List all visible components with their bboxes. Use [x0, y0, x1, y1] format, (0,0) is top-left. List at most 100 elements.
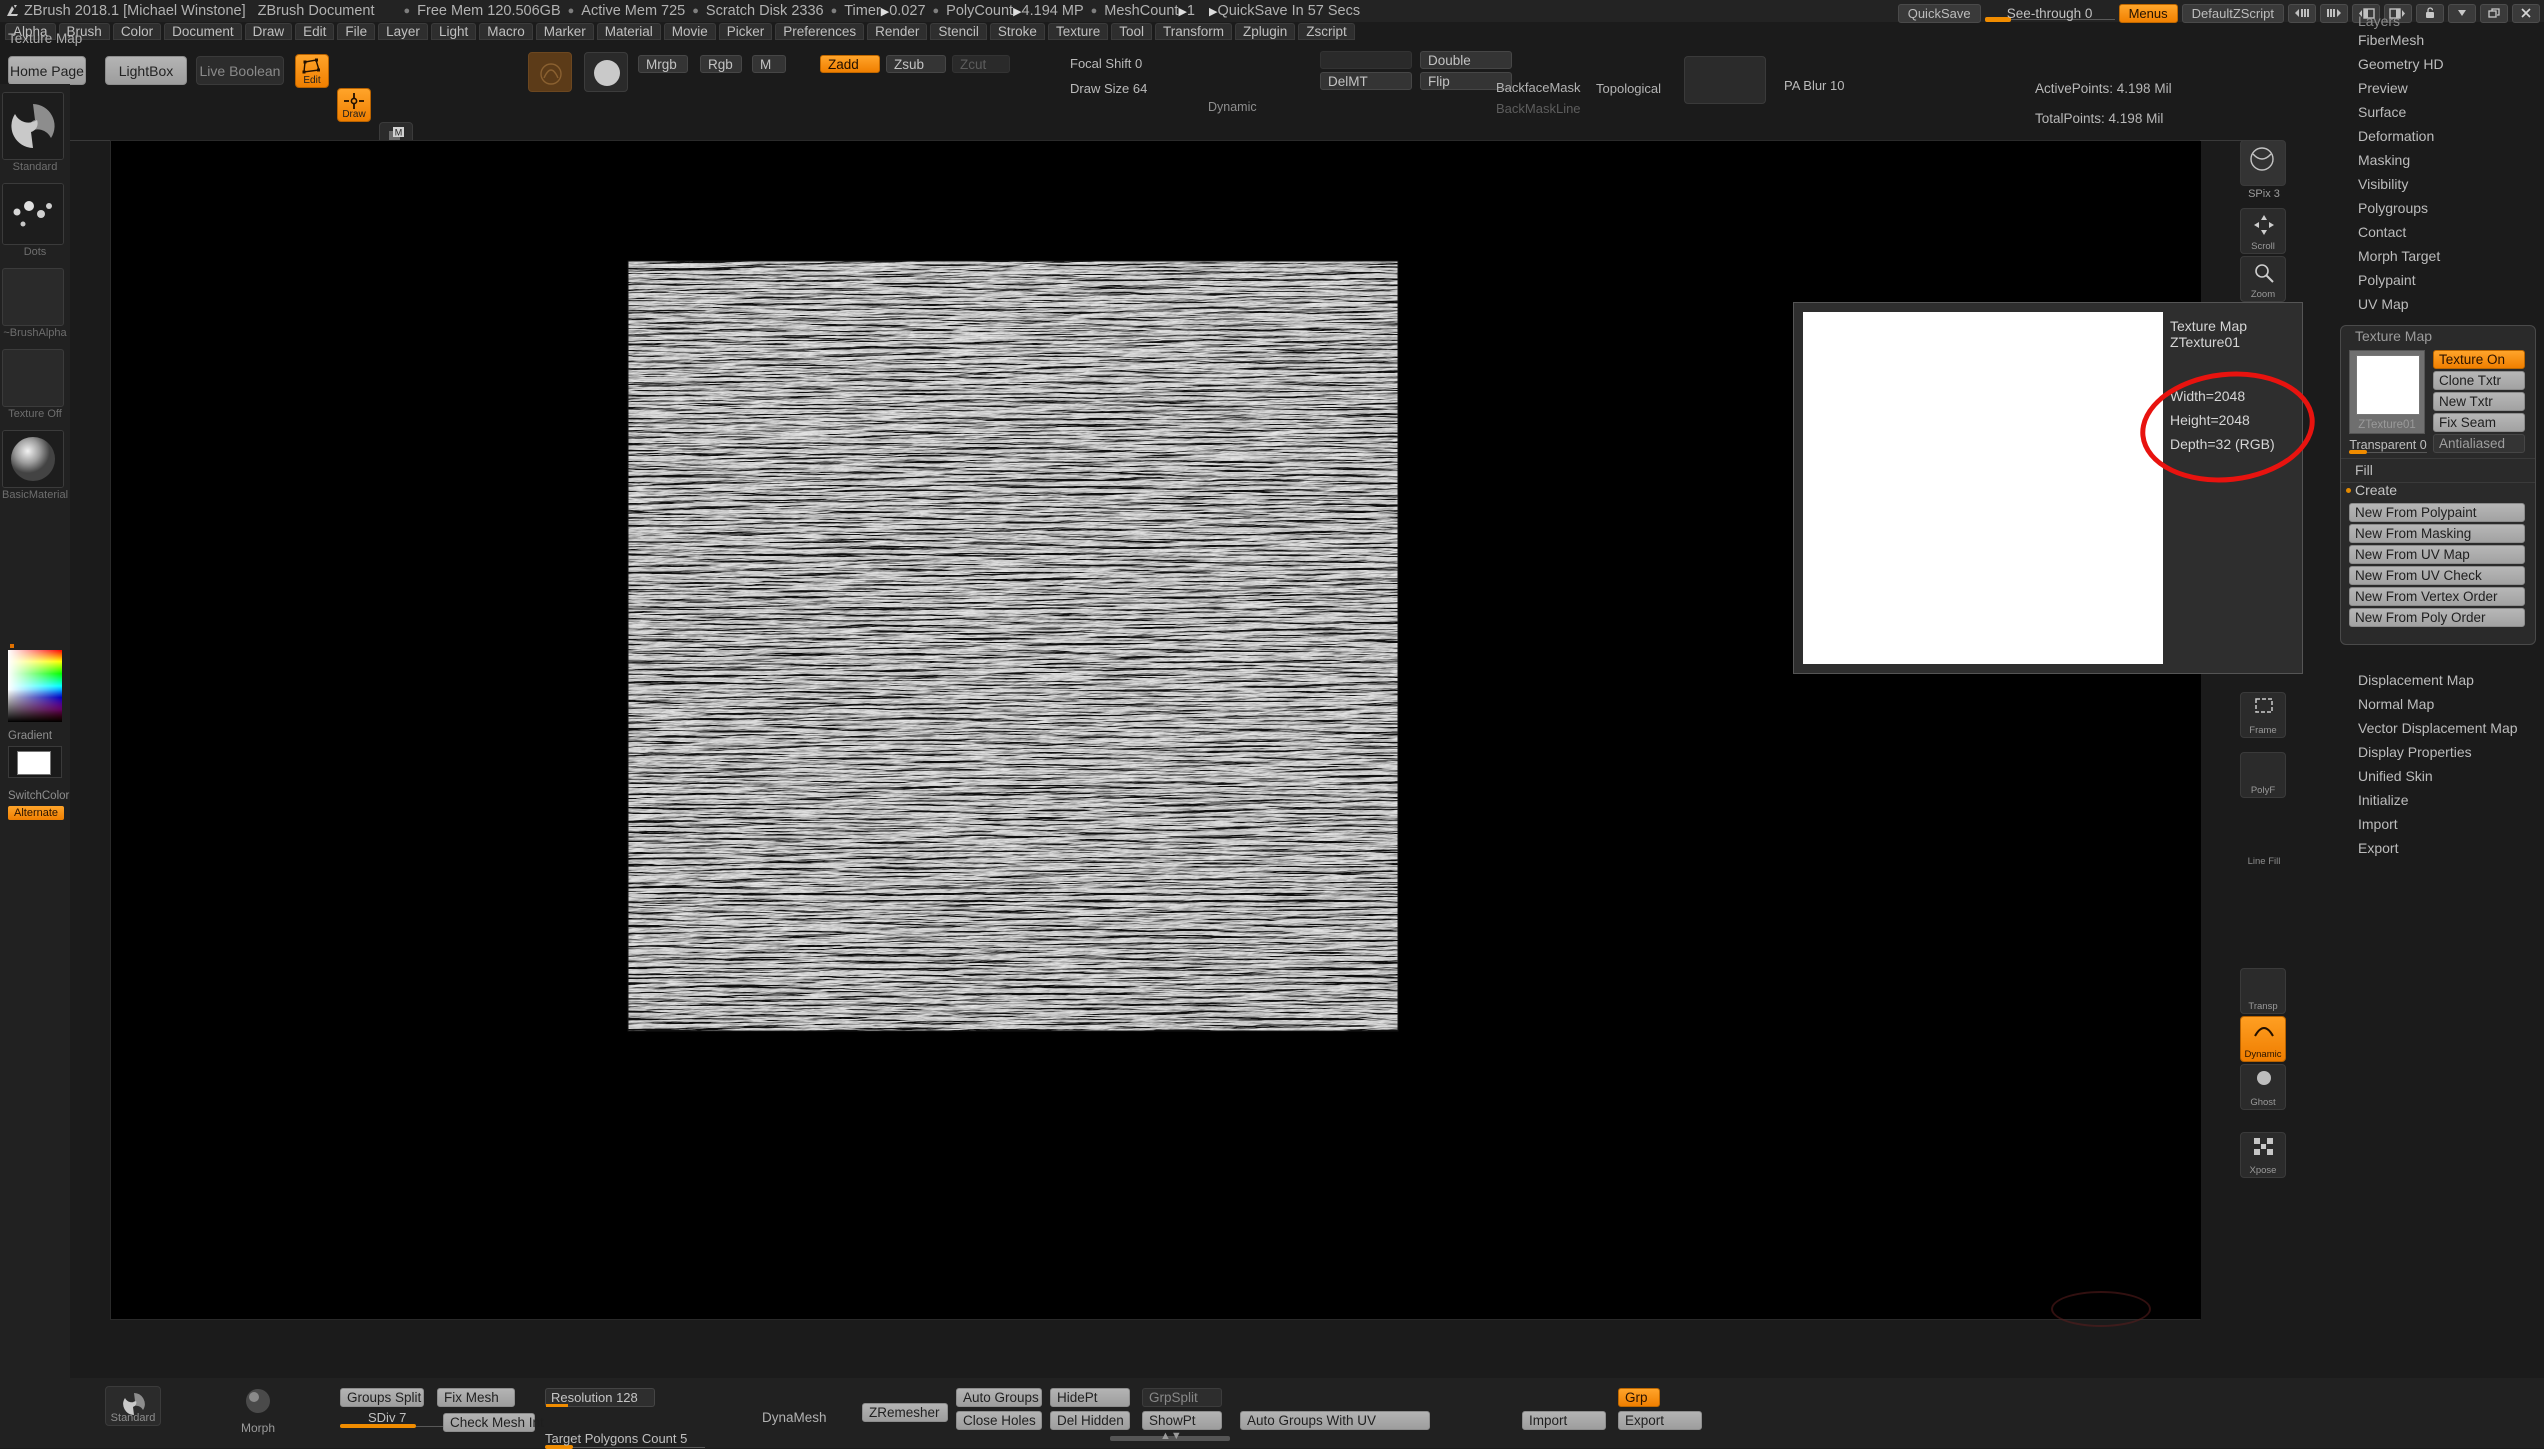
menu-movie[interactable]: Movie: [664, 23, 716, 40]
m-button[interactable]: M: [752, 55, 786, 73]
auto-groups-with-uv-button[interactable]: Auto Groups With UV: [1240, 1411, 1430, 1430]
current-alpha-swatch[interactable]: [584, 52, 628, 92]
menu-edit[interactable]: Edit: [295, 23, 334, 40]
target-polygons-slider[interactable]: Target Polygons Count 5: [545, 1431, 705, 1448]
hidept-button[interactable]: HidePt: [1050, 1388, 1130, 1407]
menu-color[interactable]: Color: [113, 23, 161, 40]
auto-groups-button[interactable]: Auto Groups: [956, 1388, 1042, 1407]
check-mesh-int-button[interactable]: Check Mesh Int: [443, 1413, 535, 1432]
palette-unified-skin[interactable]: Unified Skin: [2344, 764, 2544, 788]
texture-thumbnail[interactable]: [2, 349, 64, 407]
texture-on-button[interactable]: Texture On: [2433, 350, 2525, 369]
brush-thumbnail[interactable]: [2, 92, 64, 160]
menu-light[interactable]: Light: [431, 23, 476, 40]
zadd-button[interactable]: Zadd: [820, 55, 880, 73]
sdiv-slider[interactable]: SDiv 7: [340, 1410, 450, 1427]
palette-morph-target[interactable]: Morph Target: [2344, 244, 2544, 268]
palette-masking[interactable]: Masking: [2344, 148, 2544, 172]
bottom-morph-slot[interactable]: Morph: [232, 1386, 284, 1435]
menu-draw[interactable]: Draw: [245, 23, 293, 40]
current-alpha-slot[interactable]: ~BrushAlpha: [2, 268, 68, 339]
unused-slot-top[interactable]: [1320, 51, 1412, 69]
zsub-button[interactable]: Zsub: [886, 55, 946, 73]
current-texture-slot[interactable]: Texture Off: [2, 349, 68, 420]
dynamesh-label[interactable]: DynaMesh: [762, 1410, 827, 1425]
draw-button[interactable]: Draw: [337, 88, 371, 122]
see-through-slider[interactable]: See-through 0: [1985, 4, 2115, 23]
new-from-polypaint-button[interactable]: New From Polypaint: [2349, 503, 2525, 522]
current-brush-slot[interactable]: Standard: [2, 92, 68, 173]
delmt-button[interactable]: DelMT: [1320, 72, 1412, 90]
new-from-poly-order-button[interactable]: New From Poly Order: [2349, 608, 2525, 627]
switch-color-label[interactable]: SwitchColor: [8, 790, 69, 802]
menu-stencil[interactable]: Stencil: [930, 23, 987, 40]
new-from-masking-button[interactable]: New From Masking: [2349, 524, 2525, 543]
menu-marker[interactable]: Marker: [536, 23, 594, 40]
material-thumbnail[interactable]: [2, 430, 64, 488]
palette-geometry-hd[interactable]: Geometry HD: [2344, 52, 2544, 76]
bottom-current-brush[interactable]: Standard: [105, 1386, 161, 1426]
texture-map-panel-title[interactable]: Texture Map: [2341, 326, 2535, 346]
edit-button[interactable]: Edit: [295, 54, 329, 88]
new-txtr-button[interactable]: New Txtr: [2433, 392, 2525, 411]
right-shelf-scroll-button[interactable]: Scroll: [2240, 208, 2286, 254]
menu-tool[interactable]: Tool: [1111, 23, 1152, 40]
palette-surface[interactable]: Surface: [2344, 100, 2544, 124]
new-from-uv-check-button[interactable]: New From UV Check: [2349, 566, 2525, 585]
bottom-arrows-icon[interactable]: ▲▼: [1160, 1430, 1182, 1442]
home-page-button[interactable]: Home Page: [8, 56, 86, 85]
texture-thumbnail-image[interactable]: [2356, 355, 2420, 415]
showpt-button[interactable]: ShowPt: [1142, 1411, 1222, 1430]
right-shelf-zoom-button[interactable]: Zoom: [2240, 256, 2286, 302]
shelf-left-icon[interactable]: [2288, 4, 2316, 23]
menu-zplugin[interactable]: Zplugin: [1235, 23, 1295, 40]
resolution-slider[interactable]: Resolution 128: [545, 1388, 655, 1407]
menu-texture[interactable]: Texture: [1048, 23, 1108, 40]
close-holes-button[interactable]: Close Holes: [956, 1411, 1042, 1430]
right-shelf-ghost-button[interactable]: Ghost: [2240, 1064, 2286, 1110]
current-material-swatch[interactable]: [528, 52, 572, 92]
stencil-preview[interactable]: [1684, 56, 1766, 104]
stroke-thumbnail[interactable]: [2, 183, 64, 245]
palette-uv-map[interactable]: UV Map: [2344, 292, 2544, 316]
alternate-button[interactable]: Alternate: [8, 806, 64, 820]
palette-contact[interactable]: Contact: [2344, 220, 2544, 244]
menu-render[interactable]: Render: [867, 23, 927, 40]
zremesher-button[interactable]: ZRemesher: [862, 1403, 948, 1422]
clone-txtr-button[interactable]: Clone Txtr: [2433, 371, 2525, 390]
menu-picker[interactable]: Picker: [719, 23, 773, 40]
menu-transform[interactable]: Transform: [1155, 23, 1232, 40]
zcut-button[interactable]: Zcut: [952, 55, 1010, 73]
palette-polypaint[interactable]: Polypaint: [2344, 268, 2544, 292]
palette-deformation[interactable]: Deformation: [2344, 124, 2544, 148]
palette-normal-map[interactable]: Normal Map: [2344, 692, 2544, 716]
menu-zscript[interactable]: Zscript: [1298, 23, 1355, 40]
right-shelf-frame-button[interactable]: Frame: [2240, 692, 2286, 738]
menus-button[interactable]: Menus: [2119, 4, 2178, 23]
quicksave-button[interactable]: QuickSave: [1898, 4, 1981, 23]
menu-layer[interactable]: Layer: [378, 23, 428, 40]
palette-vector-displacement-map[interactable]: Vector Displacement Map: [2344, 716, 2544, 740]
right-shelf-polyf-button[interactable]: PolyF: [2240, 752, 2286, 798]
palette-visibility[interactable]: Visibility: [2344, 172, 2544, 196]
new-from-uv-map-button[interactable]: New From UV Map: [2349, 545, 2525, 564]
color-picker[interactable]: [8, 650, 62, 722]
menu-document[interactable]: Document: [164, 23, 242, 40]
double-button[interactable]: Double: [1420, 51, 1512, 69]
menu-material[interactable]: Material: [597, 23, 661, 40]
menu-stroke[interactable]: Stroke: [990, 23, 1045, 40]
del-hidden-button[interactable]: Del Hidden: [1050, 1411, 1130, 1430]
texture-thumbnail-frame[interactable]: ZTexture01: [2349, 350, 2425, 434]
right-shelf-dynamic-button[interactable]: Dynamic: [2240, 1016, 2286, 1062]
menu-file[interactable]: File: [337, 23, 375, 40]
palette-polygroups[interactable]: Polygroups: [2344, 196, 2544, 220]
new-from-vertex-order-button[interactable]: New From Vertex Order: [2349, 587, 2525, 606]
create-subpalette[interactable]: Create: [2355, 482, 2397, 498]
right-shelf-xpose-button[interactable]: Xpose: [2240, 1132, 2286, 1178]
groups-split-button[interactable]: Groups Split: [340, 1388, 424, 1407]
current-material-slot[interactable]: BasicMaterial: [2, 430, 68, 501]
palette-initialize[interactable]: Initialize: [2344, 788, 2544, 812]
palette-fibermesh[interactable]: FiberMesh: [2344, 28, 2544, 52]
palette-layers[interactable]: Layers: [2344, 14, 2544, 28]
menu-macro[interactable]: Macro: [479, 23, 533, 40]
